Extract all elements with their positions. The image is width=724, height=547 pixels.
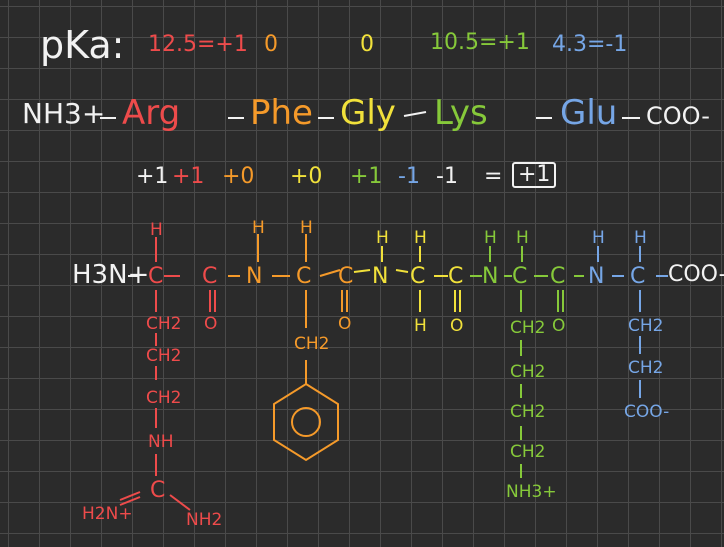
arg-nh: NH <box>148 432 174 452</box>
gly-nh-h: H <box>376 228 389 248</box>
glu-nh-h: H <box>592 228 605 248</box>
arg-h: H <box>150 220 163 240</box>
glu-n: N <box>588 264 605 289</box>
c-terminus: COO- <box>646 102 710 130</box>
residue-phe: Phe <box>250 93 313 133</box>
lys-o: O <box>552 316 566 336</box>
glu-alpha-h: H <box>634 228 647 248</box>
glu-coo-minus: COO- <box>624 402 670 422</box>
residue-arg: Arg <box>122 93 181 133</box>
charge-lys: +1 <box>350 164 383 189</box>
arg-guanidino-c: C <box>150 478 166 503</box>
glu-ch2-1: CH2 <box>628 316 664 336</box>
residue-gly: Gly <box>340 93 396 133</box>
charge-gly: +0 <box>290 164 323 189</box>
arg-ch2-3: CH2 <box>146 388 182 408</box>
n-terminus: NH3+ <box>22 97 106 130</box>
arg-carbonyl-c: C <box>202 264 218 289</box>
lys-alpha-c: C <box>512 264 528 289</box>
charge-cterm: -1 <box>436 164 458 189</box>
lys-ch2-2: CH2 <box>510 362 546 382</box>
phe-ch2: CH2 <box>294 334 330 354</box>
phe-o: O <box>338 314 352 334</box>
charge-nterm: +1 <box>136 164 169 189</box>
arg-ch2-2: CH2 <box>146 346 182 366</box>
phe-nh-h: H <box>252 218 265 238</box>
phe-n: N <box>246 264 263 289</box>
pka-arg: 12.5=+1 <box>148 32 248 57</box>
pka-gly: 0 <box>360 32 374 57</box>
arg-nh2: NH2 <box>186 510 223 530</box>
charge-equals: = <box>484 164 503 189</box>
arg-h2n-plus: H2N+ <box>82 504 133 524</box>
gly-carbonyl-c: C <box>448 264 464 289</box>
gly-alpha-h: H <box>414 228 427 248</box>
net-charge-box: +1 <box>512 162 557 188</box>
pka-phe: 0 <box>264 32 278 57</box>
arg-o: O <box>204 314 218 334</box>
lys-nh-h: H <box>484 228 497 248</box>
gly-side-h: H <box>414 316 427 336</box>
lys-nh3-plus: NH3+ <box>506 482 557 502</box>
residue-lys: Lys <box>434 93 488 133</box>
gly-alpha-c: C <box>410 264 426 289</box>
phe-alpha-h: H <box>300 218 313 238</box>
charge-phe: +0 <box>222 164 255 189</box>
lys-carbonyl-c: C <box>550 264 566 289</box>
pka-glu: 4.3=-1 <box>552 32 628 57</box>
lys-n: N <box>482 264 499 289</box>
pka-label: pKa: <box>40 23 125 67</box>
arg-ch2-1: CH2 <box>146 314 182 334</box>
phe-alpha-c: C <box>296 264 312 289</box>
glu-ch2-2: CH2 <box>628 358 664 378</box>
charge-arg: +1 <box>172 164 205 189</box>
arg-alpha-c: C <box>148 264 164 289</box>
lys-ch2-1: CH2 <box>510 318 546 338</box>
lys-ch2-4: CH2 <box>510 442 546 462</box>
gly-o: O <box>450 316 464 336</box>
gly-n: N <box>372 264 389 289</box>
phe-carbonyl-c: C <box>338 264 354 289</box>
structure-n-terminus: H3N+ <box>72 260 150 290</box>
glu-alpha-c: C <box>630 264 646 289</box>
pka-lys: 10.5=+1 <box>430 30 530 55</box>
lys-alpha-h: H <box>516 228 529 248</box>
charge-glu: -1 <box>398 164 420 189</box>
lys-ch2-3: CH2 <box>510 402 546 422</box>
residue-glu: Glu <box>560 93 618 133</box>
structure-c-terminus: COO- <box>668 262 724 287</box>
